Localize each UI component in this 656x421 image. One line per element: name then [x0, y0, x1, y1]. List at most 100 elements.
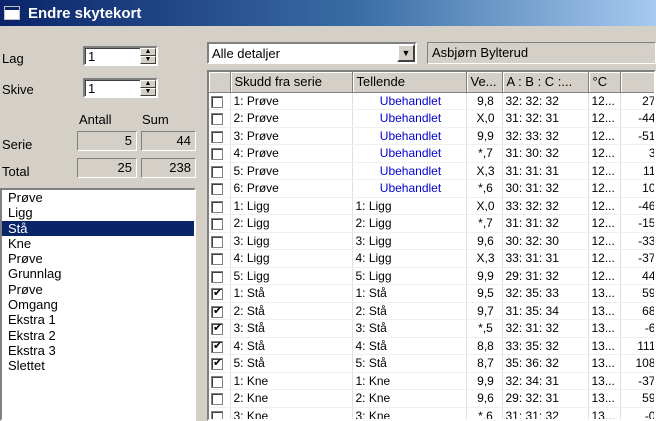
shot-series-cell: 2: Kne — [230, 389, 353, 408]
value-cell: X,3 — [466, 249, 503, 268]
skive-down-button[interactable]: ▼ — [140, 88, 156, 96]
abc-cell: 33: 31: 31 — [502, 249, 589, 268]
total-label: Total — [2, 164, 30, 179]
temp-cell: 12... — [588, 162, 621, 180]
table-row[interactable]: 5: Ligg5: Ligg9,929: 31: 3212...44,4 — [209, 267, 654, 285]
counting-cell: 1: Ligg — [352, 197, 467, 215]
skive-up-button[interactable]: ▲ — [140, 80, 156, 88]
shot-series-cell: 4: Prøve — [230, 144, 353, 163]
row-checkbox[interactable] — [211, 148, 223, 161]
series-list[interactable]: Prøve Ligg Stå Kne Prøve Grunnlag Prøve Omgang E… — [0, 188, 196, 421]
series-list-item[interactable]: Omgang — [2, 297, 194, 312]
series-list-item[interactable]: Prøve — [2, 282, 194, 297]
column-header[interactable]: Tellende — [352, 72, 467, 93]
table-row[interactable]: 5: Stå5: Stå8,735: 36: 3213...108,9 — [209, 354, 654, 373]
row-checkbox[interactable] — [211, 183, 223, 196]
row-checkbox[interactable] — [211, 321, 223, 336]
lag-up-button[interactable]: ▲ — [140, 48, 156, 56]
value-cell: *,6 — [466, 407, 503, 419]
filter-dropdown[interactable]: Alle detaljer ▼ — [207, 42, 417, 64]
lag-down-button[interactable]: ▼ — [140, 56, 156, 64]
lag-value: 1 — [88, 49, 96, 64]
shots-grid: Skudd fra serie Tellende Ve... A : B : C :.… — [207, 70, 656, 421]
table-row[interactable]: 1: Stå1: Stå9,532: 35: 3313...59,2 — [209, 284, 654, 303]
shooter-name: Asbjørn Bylterud — [427, 42, 656, 64]
row-checkbox[interactable] — [211, 165, 223, 178]
abc-cell: 31: 30: 32 — [502, 144, 589, 163]
table-row[interactable]: 3: Kne3: Kne*,631: 31: 3213...-0,2 — [209, 407, 654, 419]
column-header[interactable]: A : B : C :... — [502, 72, 589, 93]
row-checkbox[interactable] — [211, 95, 223, 108]
series-list-item[interactable]: Ligg — [2, 205, 194, 220]
counting-cell: 1: Kne — [352, 372, 467, 390]
temp-cell: 12... — [588, 249, 621, 268]
temp-cell: 12... — [588, 267, 621, 285]
row-checkbox[interactable] — [211, 130, 223, 143]
table-row[interactable]: 3: Ligg3: Ligg9,630: 32: 3012...-33,9 — [209, 232, 654, 250]
abc-cell: 29: 31: 32 — [502, 267, 589, 285]
column-header[interactable]: Ve... — [466, 72, 503, 93]
series-list-item[interactable]: Prøve — [2, 190, 194, 205]
series-list-item[interactable]: Ekstra 1 — [2, 312, 194, 327]
table-row[interactable]: 1: PrøveUbehandlet9,832: 32: 3212...27,5 — [209, 92, 654, 110]
table-row[interactable]: 2: PrøveUbehandletX,031: 32: 3112...-44,… — [209, 109, 654, 128]
table-row[interactable]: 2: Kne2: Kne9,629: 32: 3113...59,8 — [209, 389, 654, 408]
extra-cell: -37,6 — [620, 372, 654, 390]
value-cell: *,7 — [466, 144, 503, 163]
column-header[interactable] — [209, 72, 231, 93]
row-checkbox[interactable] — [211, 375, 223, 388]
row-checkbox[interactable] — [211, 253, 223, 266]
value-cell: 9,8 — [466, 92, 503, 110]
series-list-item[interactable]: Stå — [2, 220, 194, 236]
temp-cell: 12... — [588, 144, 621, 163]
table-row[interactable]: 4: PrøveUbehandlet*,731: 30: 3212...3,4 — [209, 144, 654, 163]
row-checkbox[interactable] — [211, 393, 223, 406]
table-row[interactable]: 2: Stå2: Stå9,731: 35: 3413...68,9 — [209, 302, 654, 320]
extra-cell: 3,4 — [620, 144, 654, 163]
row-checkbox[interactable] — [211, 200, 223, 213]
abc-cell: 31: 31: 32 — [502, 214, 589, 233]
table-row[interactable]: 2: Ligg2: Ligg*,731: 31: 3212...-15,3 — [209, 214, 654, 233]
row-checkbox[interactable] — [211, 218, 223, 231]
series-list-item[interactable]: Grunnlag — [2, 266, 194, 281]
table-row[interactable]: 1: Ligg1: LiggX,033: 32: 3212...-46,2 — [209, 197, 654, 215]
row-checkbox[interactable] — [211, 410, 223, 419]
extra-cell: 10,6 — [620, 179, 654, 198]
skive-spinner[interactable]: 1 ▲ ▼ — [83, 78, 158, 98]
value-cell: X,0 — [466, 109, 503, 128]
counting-cell: 1: Stå — [352, 284, 467, 303]
counting-cell: Ubehandlet — [352, 92, 467, 110]
value-cell: 9,9 — [466, 372, 503, 390]
value-cell: 8,7 — [466, 354, 503, 373]
extra-cell: -15,3 — [620, 214, 654, 233]
row-checkbox[interactable] — [211, 356, 223, 371]
table-row[interactable]: 5: PrøveUbehandletX,331: 31: 3112...11,6 — [209, 162, 654, 180]
table-row[interactable]: 3: PrøveUbehandlet9,932: 33: 3212...-51,… — [209, 127, 654, 145]
table-row[interactable]: 4: Ligg4: LiggX,333: 31: 3112...-37,9 — [209, 249, 654, 268]
series-list-item[interactable]: Ekstra 3 — [2, 343, 194, 358]
row-checkbox[interactable] — [211, 113, 223, 126]
column-header[interactable]: °C — [588, 72, 621, 93]
series-list-item[interactable]: Kne — [2, 236, 194, 251]
series-list-item[interactable]: Ekstra 2 — [2, 328, 194, 343]
shot-series-cell: 1: Ligg — [230, 197, 353, 215]
series-list-item[interactable]: Slettet — [2, 358, 194, 373]
row-checkbox[interactable] — [211, 235, 223, 248]
extra-cell: 59,8 — [620, 389, 654, 408]
row-checkbox[interactable] — [211, 286, 223, 301]
shot-series-cell: 5: Stå — [230, 354, 353, 373]
table-row[interactable]: 6: PrøveUbehandlet*,630: 31: 3212...10,6 — [209, 179, 654, 198]
column-header[interactable]: Skudd fra serie — [230, 72, 353, 93]
row-checkbox[interactable] — [211, 304, 223, 318]
lag-spinner[interactable]: 1 ▲ ▼ — [83, 46, 158, 66]
row-checkbox[interactable] — [211, 339, 223, 353]
table-row[interactable]: 1: Kne1: Kne9,932: 34: 3113...-37,6 — [209, 372, 654, 390]
chevron-down-icon[interactable]: ▼ — [397, 44, 415, 62]
counting-cell: Ubehandlet — [352, 127, 467, 145]
table-row[interactable]: 4: Stå4: Stå8,833: 35: 3213...111,4 — [209, 337, 654, 355]
series-list-item[interactable]: Prøve — [2, 251, 194, 266]
row-checkbox[interactable] — [211, 270, 223, 283]
table-row[interactable]: 3: Stå3: Stå*,532: 31: 3213...-6,5 — [209, 319, 654, 338]
value-cell: X,0 — [466, 197, 503, 215]
column-header[interactable] — [620, 72, 654, 93]
